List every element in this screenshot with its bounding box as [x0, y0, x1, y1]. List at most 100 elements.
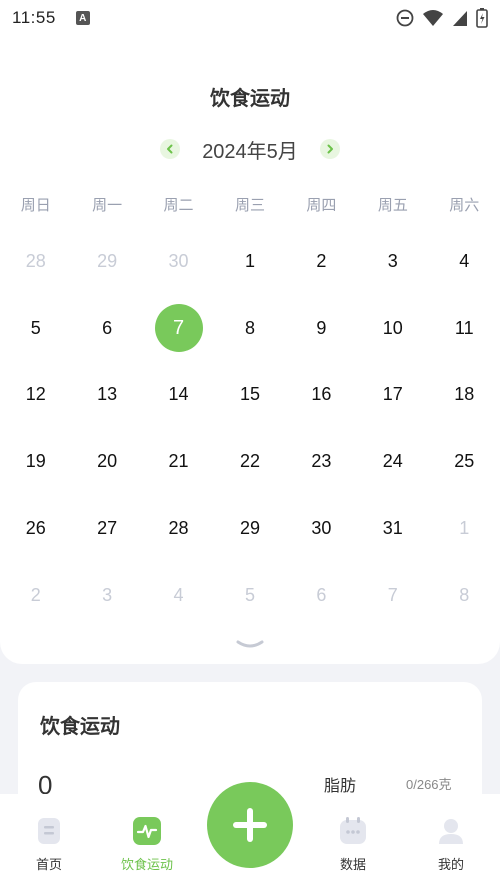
tab-home[interactable]: 首页	[9, 816, 89, 873]
calendar-day[interactable]: 22	[214, 438, 285, 486]
calendar-day-number: 12	[25, 384, 46, 405]
calendar-day[interactable]: 4	[429, 237, 500, 285]
calendar-day[interactable]: 6	[71, 304, 142, 352]
calendar-day[interactable]: 17	[357, 371, 428, 419]
calendar-day[interactable]: 4	[143, 571, 214, 619]
calendar-day[interactable]: 14	[143, 371, 214, 419]
person-icon	[439, 819, 463, 844]
calendar-day-number: 4	[459, 250, 470, 271]
calendar-day[interactable]: 3	[357, 237, 428, 285]
calendar-icon	[340, 817, 366, 844]
calendar-day-number: 19	[25, 451, 46, 472]
calendar-day-number: 17	[382, 384, 403, 405]
status-icons	[396, 8, 488, 28]
calendar-day[interactable]: 29	[214, 505, 285, 553]
tab-label: 首页	[35, 857, 62, 872]
calendar-day[interactable]: 28	[143, 505, 214, 553]
calendar-day-number: 31	[382, 518, 403, 539]
calendar-day[interactable]: 8	[429, 571, 500, 619]
calendar-day[interactable]: 10	[357, 304, 428, 352]
calendar-day[interactable]: 12	[0, 371, 71, 419]
month-switcher: 2024年5月	[0, 134, 500, 164]
weekday-label: 周五	[377, 197, 408, 214]
calendar-week-row: 19 20 21 22 23 24 25	[0, 428, 500, 495]
battery-icon	[476, 8, 488, 28]
calendar-day[interactable]: 30	[286, 505, 357, 553]
calendar-day[interactable]: 24	[357, 438, 428, 486]
calendar-day[interactable]: 19	[0, 438, 71, 486]
calendar-day-number: 8	[459, 584, 470, 605]
plus-icon	[233, 808, 267, 842]
next-month-button[interactable]	[319, 139, 340, 159]
calendar-day[interactable]: 30	[143, 237, 214, 285]
tab-data[interactable]: 数据	[313, 816, 393, 873]
chevron-right-icon	[327, 144, 333, 154]
calendar-day[interactable]: 20	[71, 438, 142, 486]
calendar-day-number: 15	[239, 384, 260, 405]
calendar-day[interactable]: 2	[286, 237, 357, 285]
calendar-day[interactable]: 3	[71, 571, 142, 619]
calendar-day-number: 5	[30, 317, 41, 338]
calendar-day-number: 27	[97, 518, 118, 539]
calendar-card: 饮食运动 2024年5月 周日 周一 周二 周三 周四 周五 周六 28 29 30…	[0, 36, 500, 664]
calendar-day-number: 11	[454, 317, 474, 338]
calendar-day[interactable]: 29	[71, 237, 142, 285]
tab-mine[interactable]: 我的	[411, 816, 491, 873]
calendar-day-number: 3	[387, 250, 398, 271]
add-button[interactable]	[207, 782, 293, 868]
calendar-day[interactable]: 1	[214, 237, 285, 285]
calendar-day[interactable]: 5	[214, 571, 285, 619]
page-title: 饮食运动	[210, 88, 290, 110]
calendar-day[interactable]: 8	[214, 304, 285, 352]
calendar-day-number: 21	[168, 451, 189, 472]
calendar-day-number: 7	[387, 584, 398, 605]
weekday-label: 周四	[306, 197, 337, 214]
calendar-day-number: 30	[311, 518, 332, 539]
calendar-day[interactable]: 23	[286, 438, 357, 486]
collapse-handle[interactable]	[236, 638, 264, 656]
wifi-icon	[423, 10, 443, 26]
weekday-label: 周二	[163, 197, 194, 214]
diet-card-title: 饮食运动	[40, 716, 120, 738]
calendar-day[interactable]: 1	[429, 505, 500, 553]
weekday-label: 周一	[92, 197, 123, 214]
calendar-day-number: 3	[102, 584, 113, 605]
calendar-day-number: 18	[454, 384, 475, 405]
calendar-day[interactable]: 16	[286, 371, 357, 419]
do-not-disturb-icon	[396, 9, 414, 27]
status-bar: 11:55 A	[0, 0, 500, 36]
tab-diet-exercise[interactable]: 饮食运动	[107, 816, 187, 873]
status-time: 11:55	[12, 8, 56, 27]
calendar-day[interactable]: 9	[286, 304, 357, 352]
fat-label: 脂肪	[324, 778, 357, 795]
calendar-day-number: 2	[30, 584, 41, 605]
a-badge-icon: A	[75, 11, 90, 25]
calendar-week-row: 28 29 30 1 2 3 4	[0, 228, 500, 295]
calendar-day[interactable]: 26	[0, 505, 71, 553]
calendar-day[interactable]: 21	[143, 438, 214, 486]
weekday-header: 周日 周一 周二 周三 周四 周五 周六	[0, 194, 500, 215]
weekday-label: 周三	[234, 197, 265, 214]
calendar-day[interactable]: 27	[71, 505, 142, 553]
month-label: 2024年5月	[202, 140, 298, 163]
calendar-day[interactable]: 18	[429, 371, 500, 419]
calendar-day[interactable]: 2	[0, 571, 71, 619]
calendar-day[interactable]: 6	[286, 571, 357, 619]
calendar-day[interactable]: 7	[357, 571, 428, 619]
calendar-week-row: 12 13 14 15 16 17 18	[0, 362, 500, 429]
calendar-day[interactable]: 5	[0, 304, 71, 352]
calendar-week-row: 5 6 7 8 9 10 11	[0, 295, 500, 362]
calendar-day-number: 24	[382, 451, 403, 472]
fat-value: 0/266克	[406, 777, 452, 792]
chevron-down-icon	[236, 640, 264, 648]
signal-icon	[453, 11, 467, 26]
calendar-day[interactable]: 28	[0, 237, 71, 285]
calendar-day[interactable]: 25	[429, 438, 500, 486]
calendar-day-number: 16	[311, 384, 332, 405]
calendar-day[interactable]: 31	[357, 505, 428, 553]
calendar-day[interactable]: 15	[214, 371, 285, 419]
calendar-day[interactable]: 11	[429, 304, 500, 352]
calendar-day[interactable]: 13	[71, 371, 142, 419]
calendar-day-selected[interactable]: 7	[143, 304, 214, 353]
prev-month-button[interactable]	[160, 139, 181, 159]
